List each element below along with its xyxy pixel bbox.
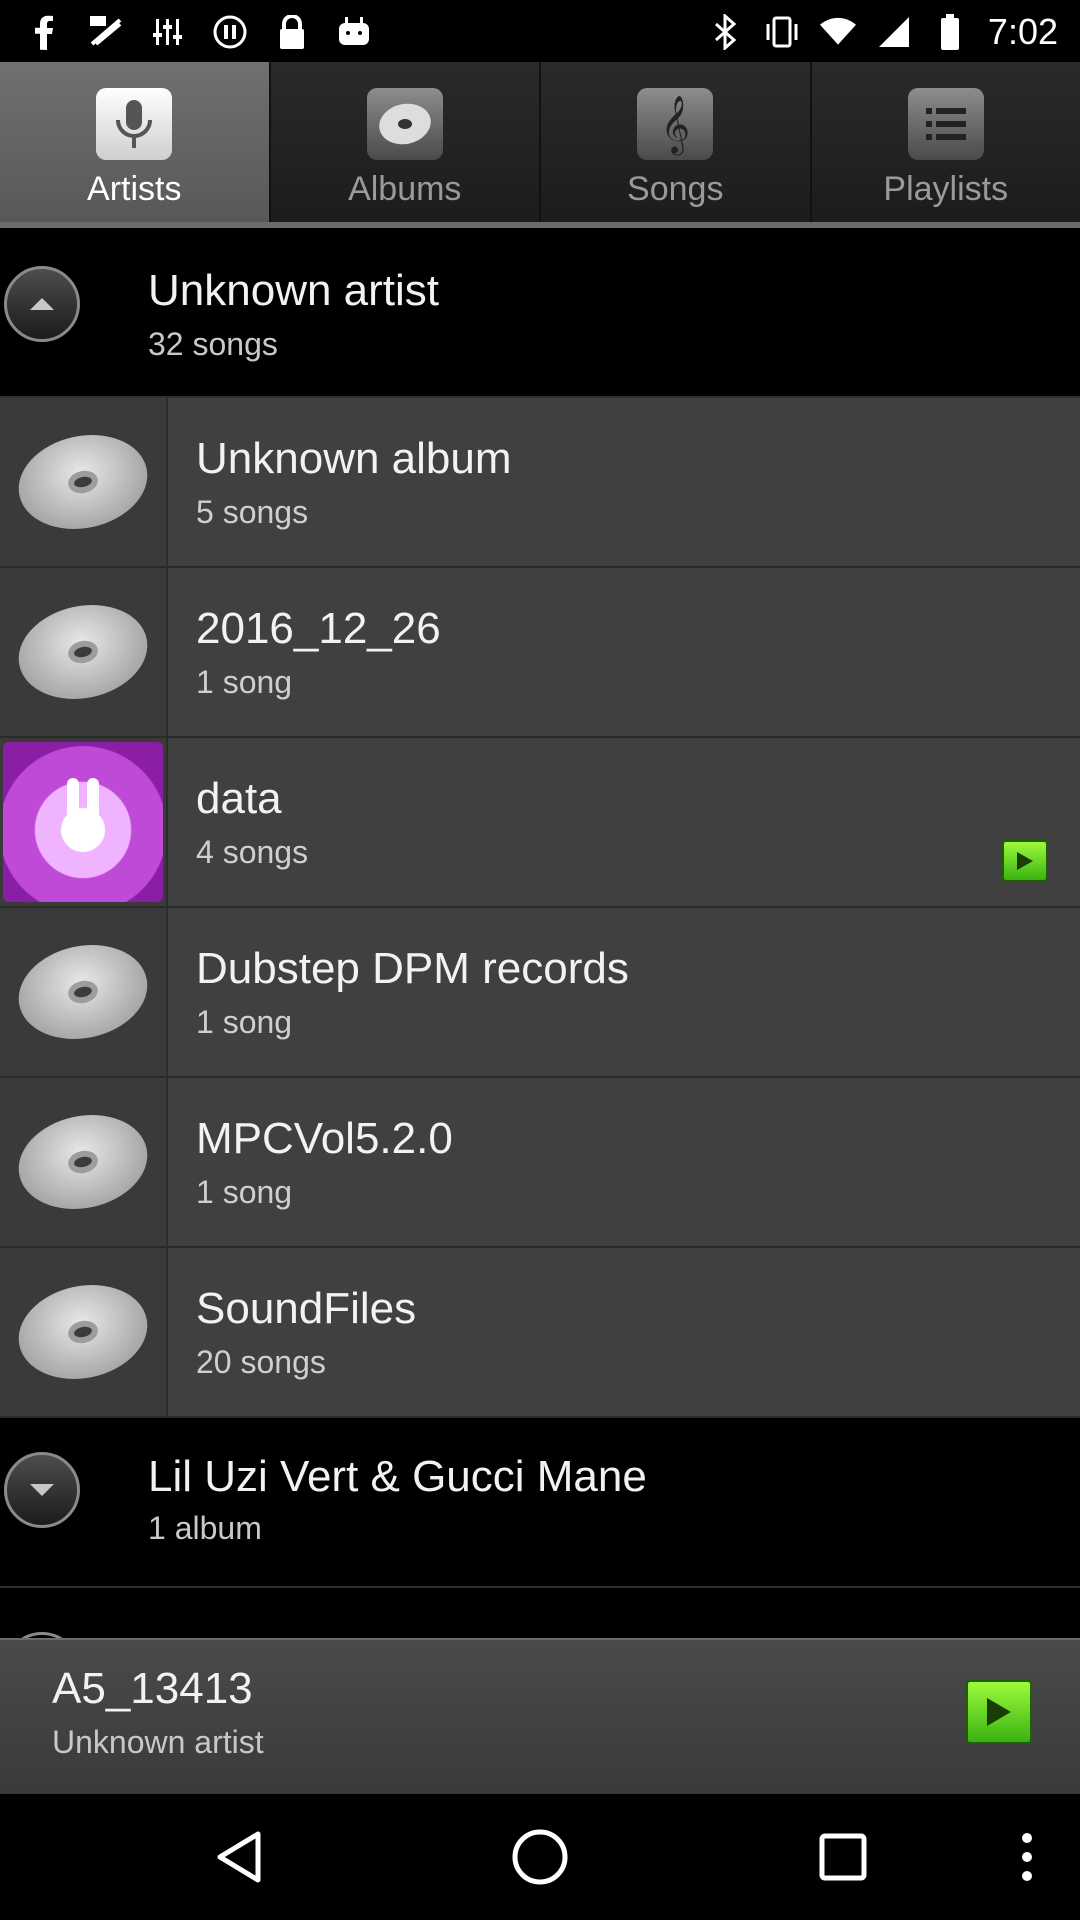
play-button[interactable] xyxy=(966,1680,1032,1744)
tab-playlists[interactable]: Playlists xyxy=(812,62,1080,222)
now-playing-title: A5_13413 xyxy=(52,1664,253,1713)
artist-album-count: 1 album xyxy=(148,1510,262,1546)
bunny-artwork xyxy=(3,742,163,902)
artist-row[interactable]: Unknown artist 32 songs xyxy=(0,228,1080,398)
album-row[interactable]: SoundFiles 20 songs xyxy=(0,1248,1080,1418)
album-song-count: 1 song xyxy=(196,664,293,700)
album-row[interactable]: Dubstep DPM records 1 song xyxy=(0,908,1080,1078)
album-title: SoundFiles xyxy=(196,1284,417,1333)
android-icon xyxy=(336,14,372,50)
album-song-count: 4 songs xyxy=(196,834,309,870)
fake-icon xyxy=(88,14,124,50)
tab-label: Playlists xyxy=(883,170,1009,208)
pause-icon xyxy=(212,14,248,50)
bluetooth-icon xyxy=(708,14,744,50)
signal-icon xyxy=(876,14,912,50)
album-art xyxy=(0,1248,168,1416)
album-art xyxy=(0,568,168,736)
album-row[interactable]: MPCVol5.2.0 1 song xyxy=(0,1078,1080,1248)
tab-bar: Artists Albums 𝄞 Songs Playlists xyxy=(0,62,1080,228)
album-row[interactable]: data 4 songs xyxy=(0,738,1080,908)
album-art xyxy=(0,398,168,566)
back-icon[interactable] xyxy=(206,1824,272,1890)
recents-icon[interactable] xyxy=(810,1824,876,1890)
tab-label: Albums xyxy=(348,170,462,208)
battery-icon xyxy=(932,14,968,50)
status-bar: 7:02 xyxy=(0,0,1080,62)
now-playing-bar[interactable]: A5_13413 Unknown artist xyxy=(0,1638,1080,1794)
overflow-menu-icon[interactable] xyxy=(994,1824,1060,1890)
tab-label: Songs xyxy=(627,170,724,208)
disc-icon xyxy=(9,1273,157,1391)
expand-button[interactable] xyxy=(4,1452,80,1528)
tab-artists[interactable]: Artists xyxy=(0,62,271,222)
treble-clef-icon: 𝄞 xyxy=(637,88,714,160)
disc-icon xyxy=(9,933,157,1051)
album-title: MPCVol5.2.0 xyxy=(196,1114,453,1163)
album-art xyxy=(0,738,168,906)
album-art xyxy=(0,1078,168,1246)
artist-name: Unknown artist xyxy=(148,266,440,315)
facebook-icon xyxy=(26,14,62,50)
clock: 7:02 xyxy=(987,11,1058,52)
list-item[interactable] xyxy=(0,1588,1080,1708)
equalizer-icon xyxy=(150,14,186,50)
tab-label: Artists xyxy=(87,170,182,208)
wifi-icon xyxy=(819,14,856,50)
disc-icon xyxy=(9,593,157,711)
disc-icon xyxy=(9,423,157,541)
lock-icon xyxy=(274,14,310,50)
album-song-count: 1 song xyxy=(196,1004,293,1040)
disc-icon xyxy=(9,1103,157,1221)
tab-albums[interactable]: Albums xyxy=(271,62,541,222)
artist-row[interactable]: Lil Uzi Vert & Gucci Mane 1 album xyxy=(0,1418,1080,1588)
album-row[interactable]: Unknown album 5 songs xyxy=(0,398,1080,568)
artist-name: Lil Uzi Vert & Gucci Mane xyxy=(148,1452,647,1501)
artist-song-count: 32 songs xyxy=(148,326,278,362)
album-title: Dubstep DPM records xyxy=(196,944,629,993)
microphone-icon xyxy=(96,88,173,160)
now-playing-artist: Unknown artist xyxy=(52,1724,264,1760)
now-playing-indicator-icon[interactable] xyxy=(1002,840,1048,882)
tab-songs[interactable]: 𝄞 Songs xyxy=(541,62,812,222)
album-song-count: 1 song xyxy=(196,1174,293,1210)
home-icon[interactable] xyxy=(507,1824,573,1890)
artist-list: Unknown artist 32 songs Unknown album 5 … xyxy=(0,228,1080,1708)
collapse-button[interactable] xyxy=(4,266,80,342)
vibrate-icon xyxy=(764,14,800,50)
album-title: 2016_12_26 xyxy=(196,604,441,653)
album-row[interactable]: 2016_12_26 1 song xyxy=(0,568,1080,738)
album-title: Unknown album xyxy=(196,434,512,483)
album-art xyxy=(0,908,168,1076)
album-song-count: 20 songs xyxy=(196,1344,326,1380)
disc-icon xyxy=(366,88,443,160)
list-icon xyxy=(907,88,984,160)
navigation-bar xyxy=(0,1794,1080,1920)
album-song-count: 5 songs xyxy=(196,494,309,530)
album-title: data xyxy=(196,774,282,823)
